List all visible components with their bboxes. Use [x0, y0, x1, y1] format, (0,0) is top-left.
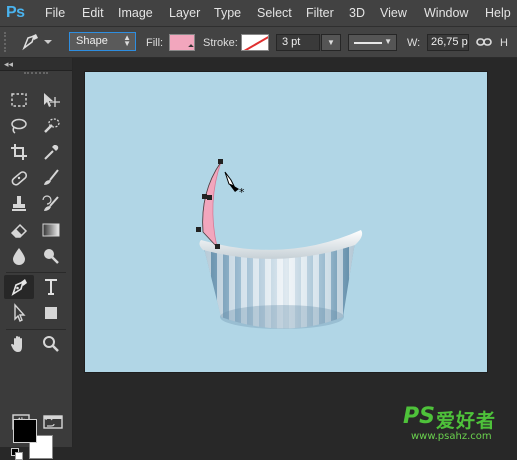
eraser-icon	[10, 223, 28, 238]
dodge-tool[interactable]	[36, 244, 66, 268]
watermark: PS 爱好者 www.psahz.com	[403, 404, 515, 444]
foreground-color[interactable]	[13, 419, 37, 443]
anchor-point[interactable]	[202, 194, 207, 199]
menu-layer[interactable]: Layer	[169, 6, 200, 20]
blur-tool[interactable]	[4, 244, 34, 268]
brush-icon	[44, 169, 59, 185]
quick-selection-icon	[44, 118, 60, 133]
watermark-url: www.psahz.com	[411, 431, 492, 442]
link-icon[interactable]	[476, 36, 492, 48]
hand-icon	[11, 336, 22, 352]
rectangular-marquee-tool[interactable]	[4, 88, 34, 112]
anchor-point[interactable]	[218, 159, 223, 164]
height-label: H	[500, 37, 508, 49]
eraser-tool[interactable]	[4, 218, 34, 242]
clone-stamp-tool[interactable]	[4, 192, 34, 216]
drop-icon	[13, 248, 25, 265]
menu-select[interactable]: Select	[257, 6, 292, 20]
lasso-tool[interactable]	[4, 114, 34, 138]
eyedropper-tool[interactable]	[36, 140, 66, 164]
menu-image[interactable]: Image	[118, 6, 153, 20]
screen-mode-tool[interactable]	[38, 410, 68, 434]
gradient-tool[interactable]	[36, 218, 66, 242]
eyedropper-icon	[44, 145, 59, 160]
menu-file[interactable]: File	[45, 6, 65, 20]
stroke-type-select[interactable]: ▼	[348, 34, 397, 51]
menu-filter[interactable]: Filter	[306, 6, 334, 20]
width-field[interactable]: 26,75 p	[427, 34, 469, 51]
anchor-point[interactable]	[196, 227, 201, 232]
toolbar-divider	[6, 329, 66, 330]
tools-panel-grip[interactable]	[24, 72, 48, 76]
menu-edit[interactable]: Edit	[82, 6, 104, 20]
rectangle-tool[interactable]	[36, 301, 66, 325]
tool-mode-value: Shape	[76, 35, 108, 47]
pen-tool[interactable]	[4, 275, 34, 299]
dodge-icon	[44, 249, 59, 264]
move-tool[interactable]	[36, 88, 66, 112]
lasso-icon	[11, 118, 27, 134]
gradient-icon	[42, 223, 60, 237]
anchor-point[interactable]	[215, 244, 220, 249]
tool-mode-select[interactable]: Shape ▲ ▼	[69, 32, 136, 51]
stroke-width-field[interactable]: 3 pt	[276, 34, 320, 51]
watermark-name: 爱好者	[436, 410, 497, 432]
type-tool[interactable]	[36, 275, 66, 299]
menu-view[interactable]: View	[380, 6, 407, 20]
spot-healing-tool[interactable]	[4, 166, 34, 190]
tools-panel: ◂◂	[0, 58, 73, 460]
options-bar-grip[interactable]	[4, 32, 8, 52]
zoom-tool[interactable]	[36, 332, 66, 356]
default-colors-icon[interactable]	[11, 448, 23, 460]
tool-preset-picker[interactable]	[18, 32, 58, 52]
menu-bar: Ps File Edit Image Layer Type Select Fil…	[0, 0, 517, 27]
photoshop-logo: Ps	[6, 4, 25, 21]
width-label: W:	[407, 37, 421, 49]
stamp-icon	[12, 196, 26, 211]
hand-tool[interactable]	[4, 332, 34, 356]
menu-window[interactable]: Window	[424, 6, 468, 20]
type-icon	[45, 279, 57, 295]
menu-type[interactable]: Type	[214, 6, 241, 20]
tools-panel-header: ◂◂	[0, 58, 72, 71]
updown-icon: ▲ ▼	[123, 33, 131, 48]
toolbar-divider	[6, 272, 66, 273]
history-brush-icon	[42, 195, 59, 211]
quick-selection-tool[interactable]	[36, 114, 66, 138]
rectangle-icon	[45, 307, 57, 319]
stroke-line-sample	[354, 42, 382, 44]
watermark-brand: PS	[403, 404, 435, 429]
collapse-icon[interactable]: ◂◂	[4, 58, 13, 70]
stroke-color-swatch[interactable]	[241, 34, 269, 51]
svg-text:*: *	[239, 186, 245, 199]
crop-icon	[11, 144, 27, 160]
cup-shadow	[220, 305, 344, 329]
pen-icon	[11, 279, 27, 296]
stroke-width-dropdown[interactable]: ▼	[321, 34, 341, 51]
arrow-pointer-icon	[14, 303, 26, 322]
path-selection-tool[interactable]	[4, 301, 34, 325]
bandage-icon	[11, 171, 28, 186]
pen-cursor-icon: *	[224, 171, 245, 199]
options-bar: Shape ▲ ▼ Fill: Stroke: 3 pt ▼ ▼ W: 26,75…	[0, 27, 517, 58]
history-brush-tool[interactable]	[36, 192, 66, 216]
fill-color-swatch[interactable]	[169, 34, 195, 51]
stroke-label: Stroke:	[203, 37, 238, 49]
anchor-point[interactable]	[207, 195, 212, 200]
pen-tool-icon	[22, 34, 52, 51]
fill-label: Fill:	[146, 37, 164, 49]
brush-tool[interactable]	[36, 166, 66, 190]
crop-tool[interactable]	[4, 140, 34, 164]
marquee-icon	[11, 93, 27, 107]
menu-help[interactable]: Help	[485, 6, 511, 20]
chevron-down-icon: ▼	[384, 37, 392, 46]
zoom-icon	[43, 336, 59, 352]
screen-mode-icon	[43, 415, 63, 429]
cupcake-artwork: *	[196, 159, 363, 329]
document-canvas[interactable]: *	[85, 72, 487, 372]
menu-3d[interactable]: 3D	[349, 6, 365, 20]
move-icon	[44, 93, 60, 107]
